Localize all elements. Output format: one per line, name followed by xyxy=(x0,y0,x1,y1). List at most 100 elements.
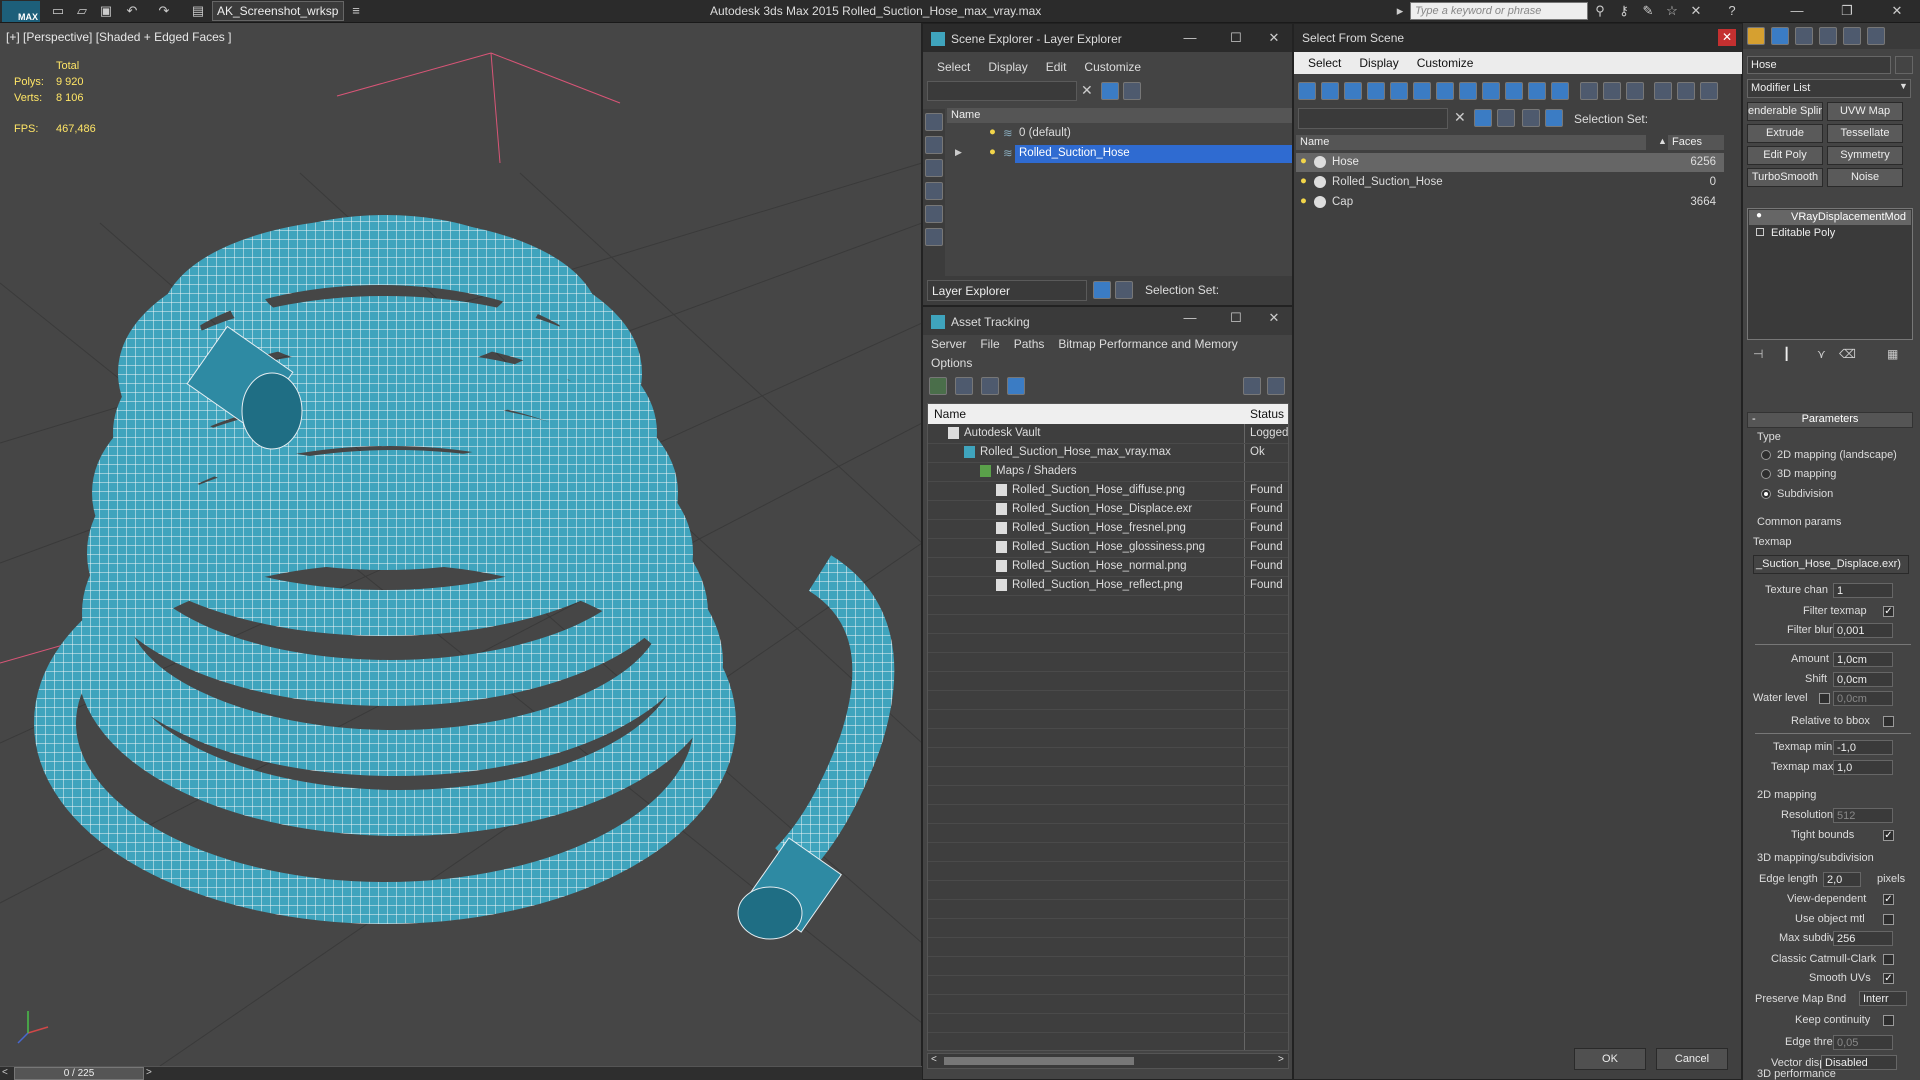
pin-stack-icon[interactable]: ⊣ xyxy=(1753,347,1763,361)
search-input[interactable]: Type a keyword or phrase xyxy=(1410,2,1588,20)
options-icon[interactable] xyxy=(1497,109,1515,127)
time-next-icon[interactable]: > xyxy=(146,1067,152,1078)
type-2d-mapping-radio[interactable] xyxy=(1761,450,1771,460)
new-file-icon[interactable]: ▭ xyxy=(48,2,68,20)
list-options-icon[interactable] xyxy=(1700,82,1718,100)
refresh-icon[interactable] xyxy=(929,377,947,395)
clear-find-icon[interactable]: ✕ xyxy=(1081,82,1093,99)
edge-length-spinner[interactable]: 2,0 xyxy=(1823,872,1861,887)
keep-continuity-checkbox[interactable] xyxy=(1883,1015,1894,1026)
viewport-label[interactable]: [+] [Perspective] [Shaded + Edged Faces … xyxy=(6,30,231,44)
create-tab-icon[interactable] xyxy=(1747,27,1765,45)
find-input[interactable] xyxy=(927,81,1077,101)
asset-row[interactable]: Rolled_Suction_Hose_glossiness.png Found xyxy=(928,539,1288,557)
display-cameras-icon[interactable] xyxy=(925,182,943,200)
close-icon[interactable]: ✕ xyxy=(1257,307,1291,329)
key-icon[interactable]: ⚷ xyxy=(1614,2,1634,20)
tight-bounds-checkbox[interactable]: ✓ xyxy=(1883,830,1894,841)
display-tab-icon[interactable] xyxy=(1843,27,1861,45)
shift-spinner[interactable]: 0,0cm xyxy=(1833,672,1893,687)
binoculars-icon[interactable]: ⚲ xyxy=(1590,2,1610,20)
menu-display[interactable]: Display xyxy=(988,60,1027,74)
modifier-button-renderable-spline[interactable]: enderable Splir xyxy=(1747,102,1823,121)
asset-row[interactable]: Maps / Shaders xyxy=(928,463,1288,481)
water-level-spinner[interactable]: 0,0cm xyxy=(1833,691,1893,706)
open-file-icon[interactable]: ▱ xyxy=(72,2,92,20)
select-invert-icon[interactable] xyxy=(1626,82,1644,100)
modifier-list-dropdown[interactable]: Modifier List xyxy=(1747,79,1911,98)
clear-find-icon[interactable]: ✕ xyxy=(1454,109,1466,126)
help-icon[interactable] xyxy=(1243,377,1261,395)
maximize-icon[interactable]: ❐ xyxy=(1830,0,1864,22)
stack-item-editable-poly[interactable]: Editable Poly xyxy=(1749,226,1911,241)
filter-lights-icon[interactable] xyxy=(1344,82,1362,100)
minimize-icon[interactable]: — xyxy=(1780,0,1814,22)
hierarchy-icon[interactable] xyxy=(1115,281,1133,299)
modifier-button-turbosmooth[interactable]: TurboSmooth xyxy=(1747,168,1823,187)
layer-explorer-icon[interactable] xyxy=(1093,281,1111,299)
filter-texmap-checkbox[interactable]: ✓ xyxy=(1883,606,1894,617)
filter-groups-icon[interactable] xyxy=(1436,82,1454,100)
maximize-icon[interactable]: ☐ xyxy=(1219,27,1253,49)
menu-paths[interactable]: Paths xyxy=(1014,337,1045,351)
scroll-right-icon[interactable]: > xyxy=(1278,1054,1284,1065)
thumbnail-view-icon[interactable] xyxy=(981,377,999,395)
display-shapes-icon[interactable] xyxy=(925,136,943,154)
modify-tab-icon[interactable] xyxy=(1771,27,1789,45)
menu-options[interactable]: Options xyxy=(931,356,972,370)
object-name-field[interactable]: Hose xyxy=(1747,56,1891,74)
list-view-icon[interactable] xyxy=(955,377,973,395)
maximize-icon[interactable]: ☐ xyxy=(1219,307,1253,329)
water-level-checkbox[interactable] xyxy=(1819,693,1830,704)
menu-select[interactable]: Select xyxy=(937,60,970,74)
make-unique-icon[interactable]: ⋎ xyxy=(1817,347,1826,361)
use-object-mtl-checkbox[interactable] xyxy=(1883,914,1894,925)
lightbulb-icon[interactable]: ● xyxy=(1300,195,1307,207)
modifier-button-extrude[interactable]: Extrude xyxy=(1747,124,1823,143)
time-slider[interactable]: < 0 / 225 > xyxy=(0,1066,922,1080)
menu-display[interactable]: Display xyxy=(1359,56,1398,70)
layer-row[interactable]: ● ≋ 0 (default) xyxy=(947,125,1292,143)
app-logo-icon[interactable]: MAX xyxy=(2,1,40,22)
amount-spinner[interactable]: 1,0cm xyxy=(1833,652,1893,667)
close-icon[interactable]: ✕ xyxy=(1718,29,1736,46)
object-row[interactable]: ● Rolled_Suction_Hose 0 xyxy=(1296,173,1724,192)
configure-sets-icon[interactable]: ▦ xyxy=(1887,347,1898,361)
filter-icon[interactable] xyxy=(1474,109,1492,127)
modifier-button-symmetry[interactable]: Symmetry xyxy=(1827,146,1903,165)
motion-tab-icon[interactable] xyxy=(1819,27,1837,45)
preserve-map-dropdown[interactable]: Interr xyxy=(1859,991,1907,1006)
filter-helpers-icon[interactable] xyxy=(1390,82,1408,100)
modifier-button-tessellate[interactable]: Tessellate xyxy=(1827,124,1903,143)
filter-blur-spinner[interactable]: 0,001 xyxy=(1833,623,1893,638)
object-row[interactable]: ● Cap 3664 xyxy=(1296,193,1724,212)
select-all-icon[interactable] xyxy=(1580,82,1598,100)
parameters-rollout[interactable]: - Parameters xyxy=(1747,412,1913,428)
object-color-swatch[interactable] xyxy=(1895,56,1913,74)
menu-select[interactable]: Select xyxy=(1308,56,1341,70)
asset-row[interactable]: Autodesk Vault Logged xyxy=(928,425,1288,443)
time-prev-icon[interactable]: < xyxy=(2,1067,8,1078)
help-icon[interactable]: ? xyxy=(1722,2,1742,20)
scroll-left-icon[interactable]: < xyxy=(931,1054,937,1065)
save-file-icon[interactable]: ▣ xyxy=(96,2,116,20)
show-end-result-icon[interactable]: ┃ xyxy=(1783,347,1790,361)
stack-item-vray-displacement[interactable]: VRayDisplacementMod xyxy=(1749,210,1911,225)
lightbulb-icon[interactable]: ● xyxy=(989,146,996,158)
expand-arrow-icon[interactable]: ▶ xyxy=(955,147,962,158)
asset-row[interactable]: Rolled_Suction_Hose_normal.png Found xyxy=(928,558,1288,576)
texmap-button[interactable]: _Suction_Hose_Displace.exr) xyxy=(1753,555,1909,574)
modifier-button-edit-poly[interactable]: Edit Poly xyxy=(1747,146,1823,165)
smooth-uvs-checkbox[interactable]: ✓ xyxy=(1883,973,1894,984)
layer-row[interactable]: ▶ ● ≋ Rolled_Suction_Hose xyxy=(947,145,1292,163)
object-row[interactable]: ● Hose 6256 xyxy=(1296,153,1724,172)
project-folder-icon[interactable]: ▤ xyxy=(188,2,208,20)
texmap-min-spinner[interactable]: -1,0 xyxy=(1833,740,1893,755)
select-none-icon[interactable] xyxy=(1603,82,1621,100)
display-lights-icon[interactable] xyxy=(925,159,943,177)
horizontal-scrollbar[interactable]: < > xyxy=(927,1053,1289,1069)
filter-shapes-icon[interactable] xyxy=(1321,82,1339,100)
explorer-type-dropdown[interactable]: Layer Explorer xyxy=(927,280,1087,301)
redo-icon[interactable]: ↷ xyxy=(154,2,174,20)
texmap-max-spinner[interactable]: 1,0 xyxy=(1833,760,1893,775)
